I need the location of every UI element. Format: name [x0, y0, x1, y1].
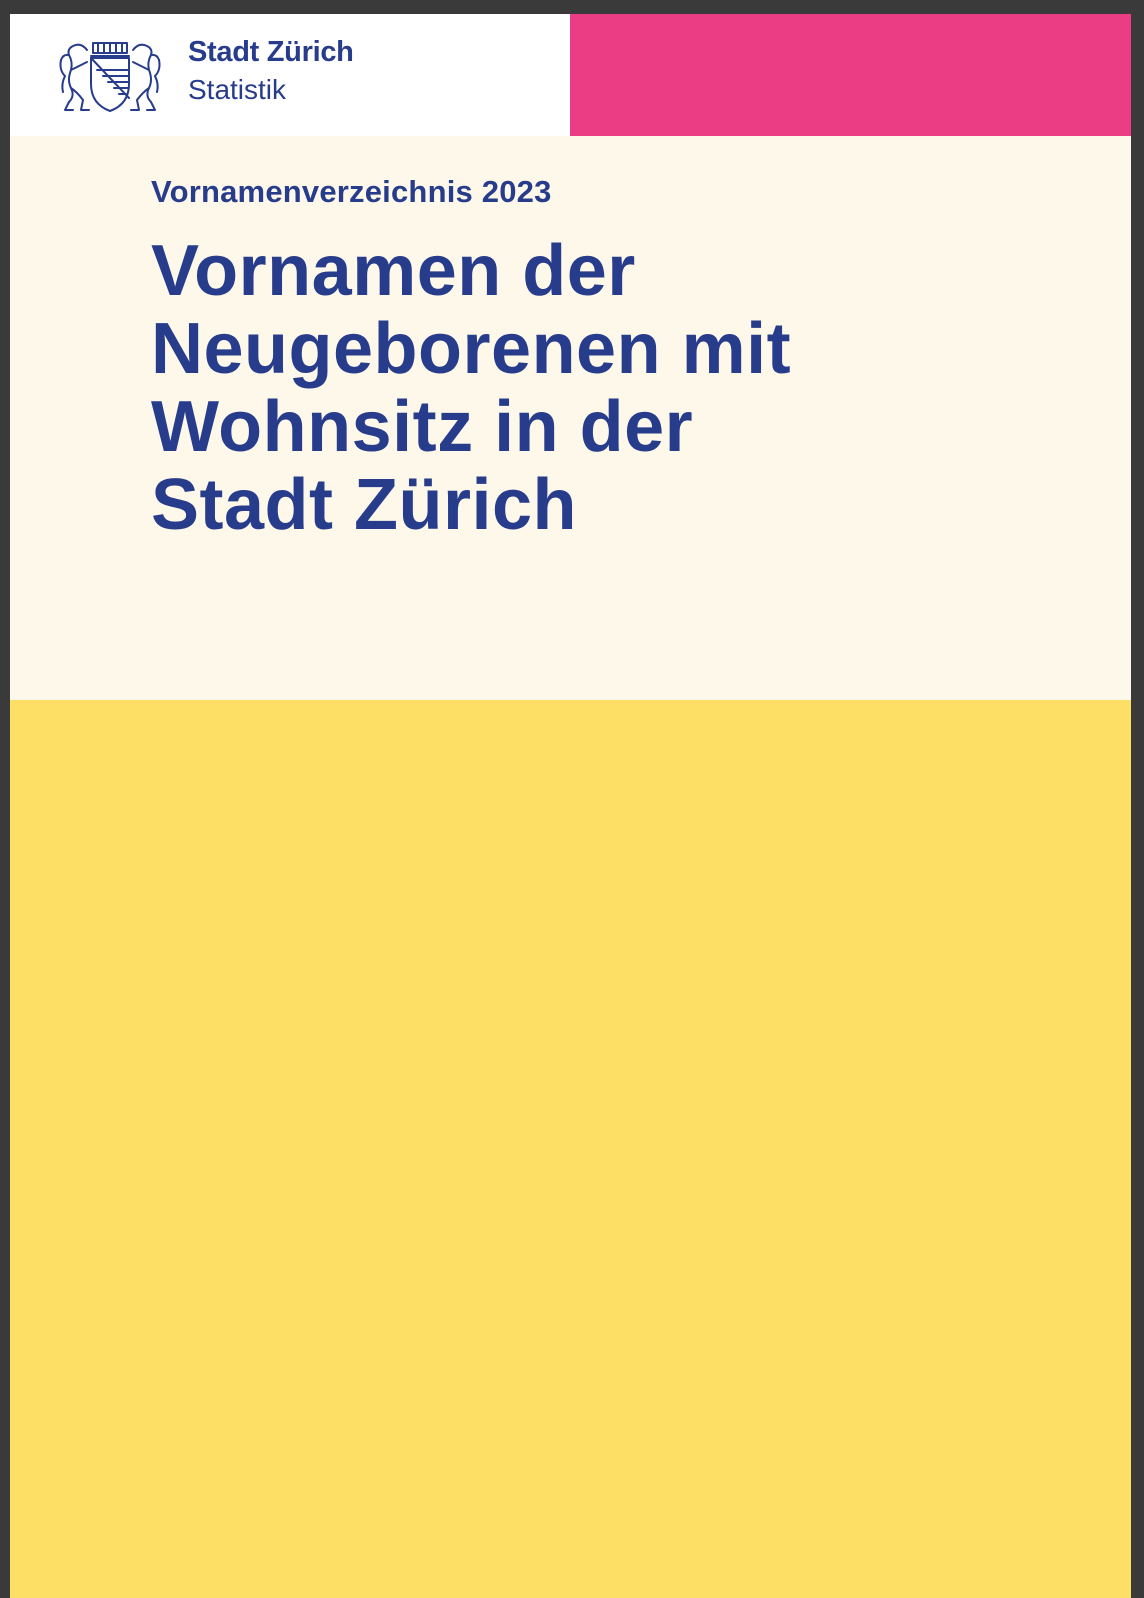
cover-page: Stadt Zürich Statistik Vornamenverzeichn…: [10, 14, 1131, 1598]
cover-color-panel: [10, 700, 1131, 1598]
title-line: Stadt Zürich: [151, 465, 578, 545]
brand-unit: Statistik: [188, 74, 287, 105]
brand-wordmark: Stadt Zürich Statistik: [188, 38, 354, 104]
accent-color-block: [570, 14, 1131, 136]
cover-title: Vornamen der Neugeborenen mit Wohnsitz i…: [151, 232, 1051, 544]
zurich-coat-of-arms-icon: [57, 40, 163, 114]
header-bar: Stadt Zürich Statistik: [10, 14, 570, 136]
publication-kicker: Vornamenverzeichnis 2023: [151, 174, 552, 209]
brand-name: Stadt Zürich: [188, 36, 354, 68]
title-line: Vornamen der: [151, 231, 636, 311]
title-line: Neugeborenen mit: [151, 309, 792, 389]
title-line: Wohnsitz in der: [151, 387, 694, 467]
